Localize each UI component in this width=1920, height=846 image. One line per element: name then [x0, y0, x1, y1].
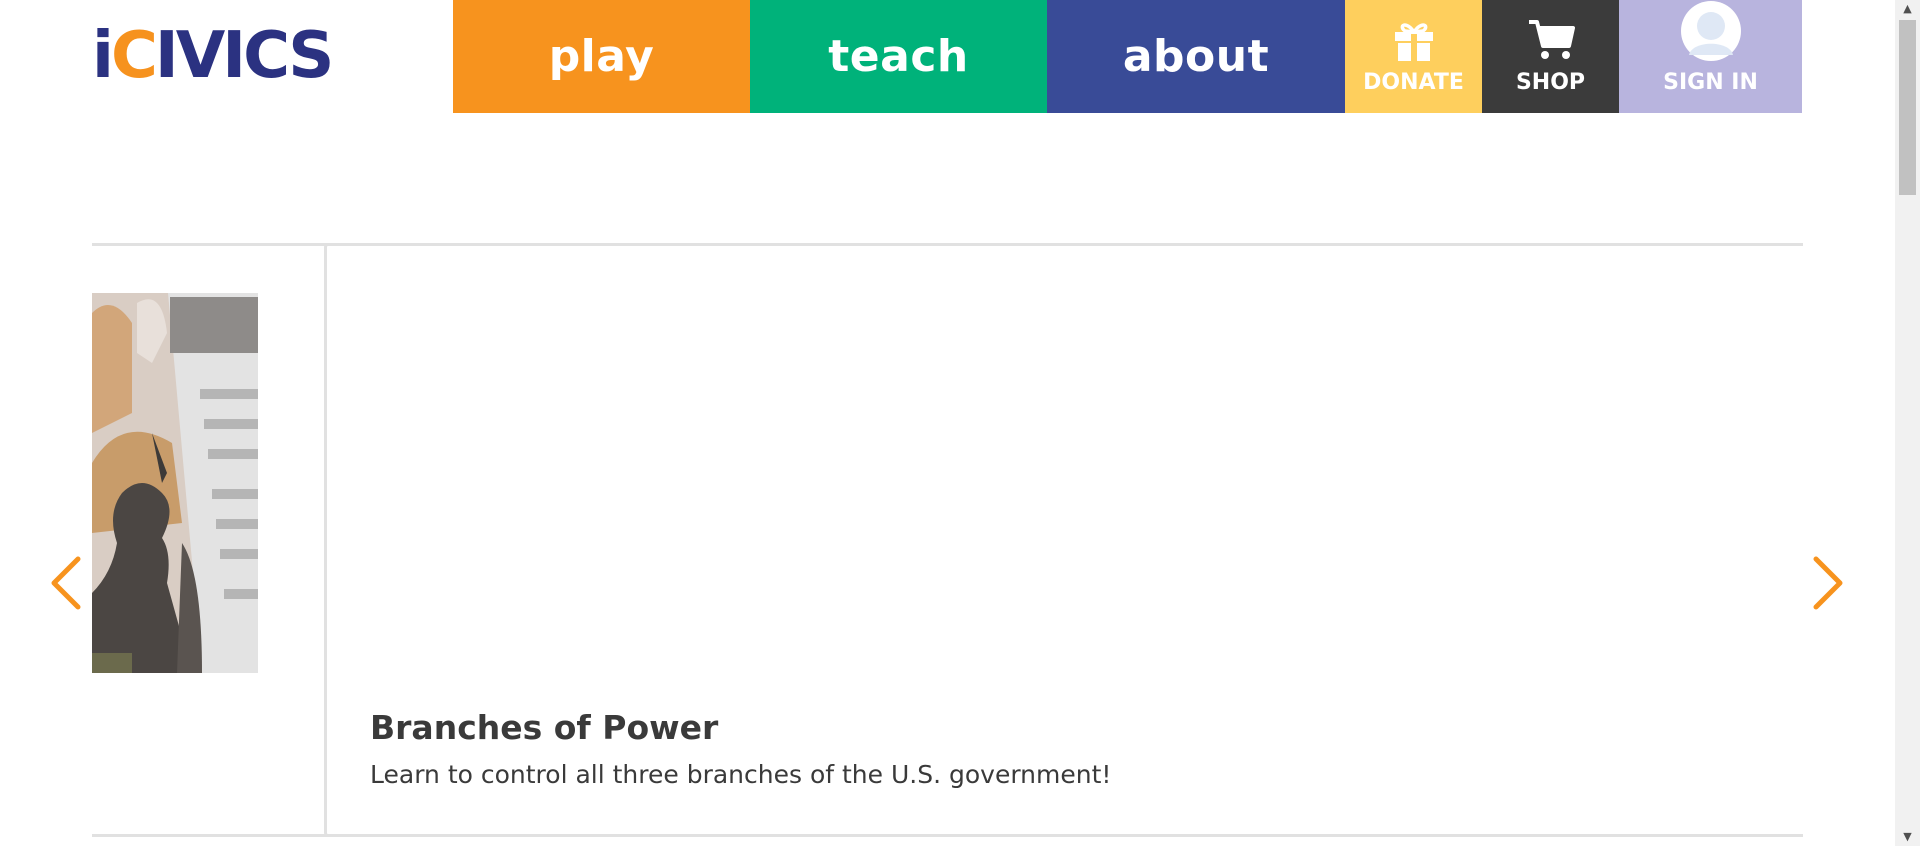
scrollbar-thumb[interactable] — [1899, 20, 1916, 195]
scroll-up-arrow-icon[interactable]: ▲ — [1895, 0, 1920, 18]
game-carousel: Branches of Power Learn to control all t… — [92, 240, 1803, 844]
carousel-card-current[interactable]: Branches of Power Learn to control all t… — [324, 243, 1803, 837]
cart-icon — [1527, 18, 1575, 62]
nav-about[interactable]: about — [1047, 0, 1345, 113]
nav-donate[interactable]: DONATE — [1345, 0, 1482, 113]
nav-donate-label: DONATE — [1363, 70, 1464, 95]
gift-icon — [1391, 18, 1437, 62]
logo-letter-c: C — [110, 19, 158, 93]
nav-shop[interactable]: SHOP — [1482, 0, 1619, 113]
nav-sign-in-label: SIGN IN — [1663, 70, 1758, 95]
icivics-logo[interactable]: iCIVICS — [92, 18, 376, 94]
previous-game-image — [92, 293, 258, 673]
chevron-right-icon — [1813, 556, 1843, 610]
nav-play-label: play — [548, 31, 655, 82]
game-description: Learn to control all three branches of t… — [370, 760, 1112, 789]
carousel-previous-button[interactable] — [48, 555, 84, 611]
logo-letter-i: i — [92, 19, 114, 93]
nav-teach-label: teach — [828, 31, 969, 82]
nav-shop-label: SHOP — [1515, 70, 1586, 95]
main-nav: play teach about DONATE SHOP SIGN IN — [453, 0, 1802, 113]
nav-sign-in[interactable]: SIGN IN — [1619, 0, 1802, 113]
user-avatar-icon — [1680, 1, 1742, 62]
scroll-down-arrow-icon[interactable]: ▼ — [1895, 828, 1920, 846]
logo-letters-rest: IVICS — [154, 19, 334, 93]
logo-wordmark: iCIVICS — [92, 18, 334, 94]
carousel-next-button[interactable] — [1810, 555, 1846, 611]
page: iCIVICS play teach about DONATE SHOP SIG… — [0, 0, 1920, 846]
nav-play[interactable]: play — [453, 0, 750, 113]
game-title: Branches of Power — [370, 708, 719, 747]
page-scrollbar[interactable]: ▲ ▼ — [1895, 0, 1920, 846]
chevron-left-icon — [51, 556, 81, 610]
nav-about-label: about — [1122, 31, 1270, 82]
nav-teach[interactable]: teach — [750, 0, 1047, 113]
